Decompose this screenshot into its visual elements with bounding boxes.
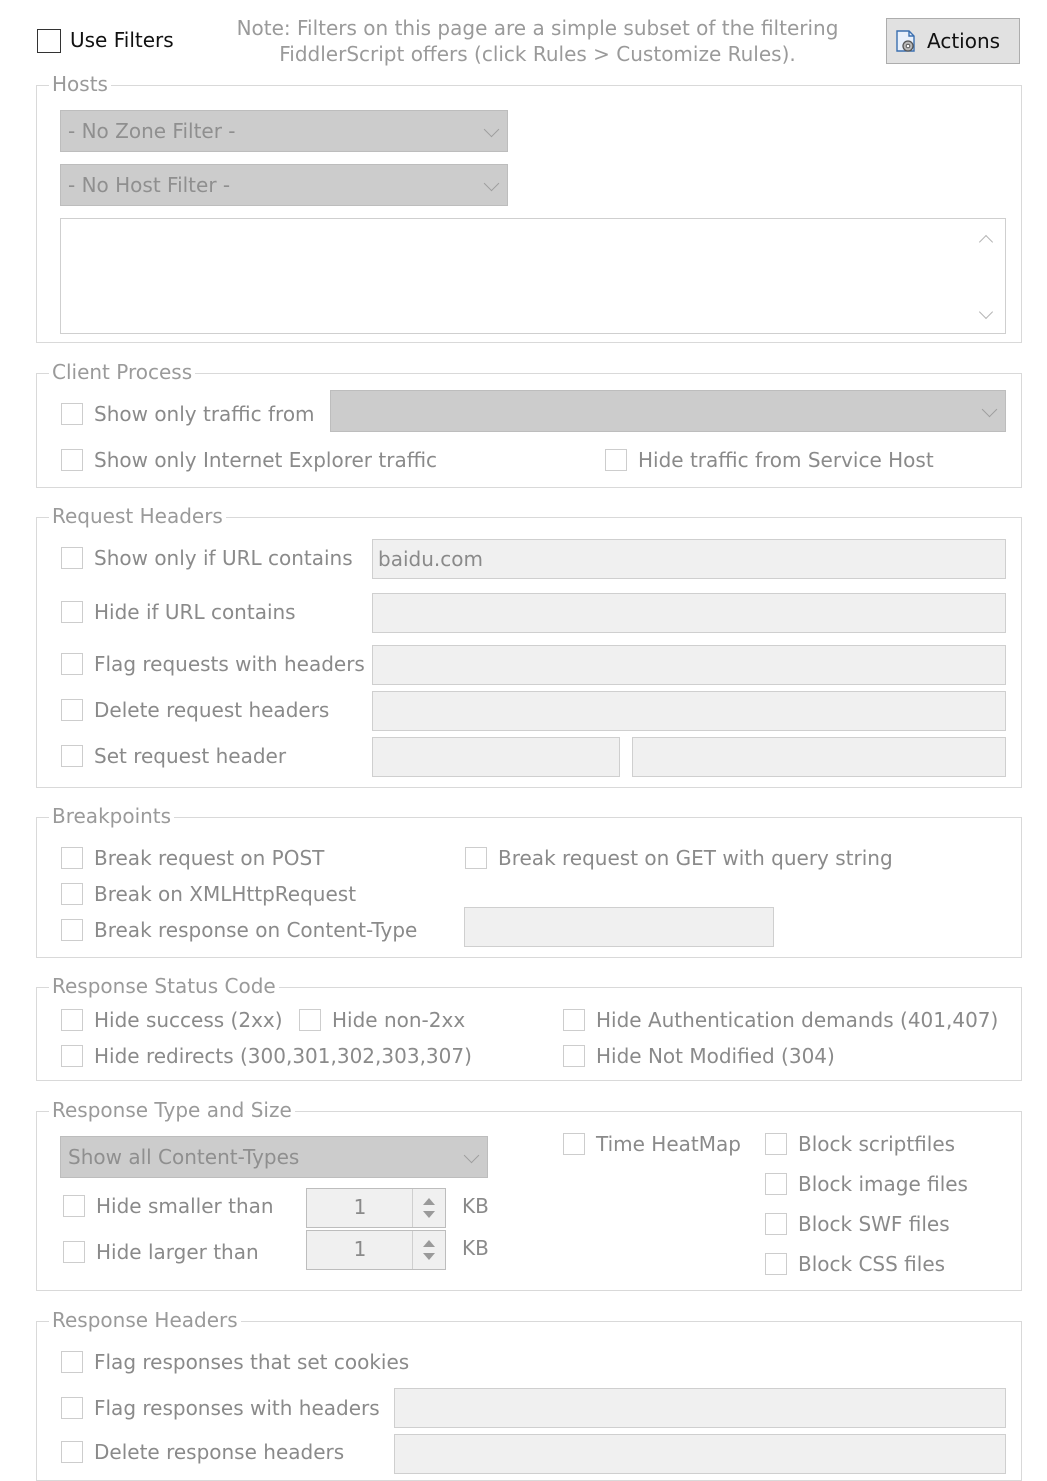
hide-non2xx-checkbox[interactable] — [299, 1009, 321, 1031]
delete-response-headers-label: Delete response headers — [94, 1440, 345, 1464]
stepper-arrows-icon[interactable] — [412, 1189, 445, 1227]
stepper-arrows-icon[interactable] — [412, 1231, 445, 1269]
delete-request-headers-input[interactable] — [372, 691, 1006, 731]
flag-requests-input[interactable] — [372, 645, 1006, 685]
hide-not-modified-label: Hide Not Modified (304) — [596, 1044, 835, 1068]
url-contains-input[interactable]: baidu.com — [372, 539, 1006, 579]
hide-service-host-checkbox[interactable] — [605, 449, 627, 471]
delete-response-headers-input[interactable] — [394, 1434, 1006, 1474]
chevron-down-icon — [981, 401, 998, 418]
hide-smaller-checkbox[interactable] — [63, 1195, 85, 1217]
hide-non2xx-label: Hide non-2xx — [332, 1008, 466, 1032]
hide-smaller-label: Hide smaller than — [96, 1194, 274, 1218]
hide-success-checkbox[interactable] — [61, 1009, 83, 1031]
flag-requests-checkbox[interactable] — [61, 653, 83, 675]
show-only-traffic-from-checkbox[interactable] — [61, 403, 83, 425]
block-script-checkbox[interactable] — [765, 1133, 787, 1155]
hide-larger-label: Hide larger than — [96, 1240, 259, 1264]
zone-filter-select[interactable]: - No Zone Filter - — [60, 110, 508, 152]
type-size-legend: Response Type and Size — [49, 1098, 295, 1122]
block-image-checkbox[interactable] — [765, 1173, 787, 1195]
time-heatmap-checkbox[interactable] — [563, 1133, 585, 1155]
hide-smaller-unit: KB — [462, 1194, 489, 1218]
hide-redirects-label: Hide redirects (300,301,302,303,307) — [94, 1044, 472, 1068]
chevron-down-icon — [483, 121, 500, 138]
hosts-legend: Hosts — [49, 72, 111, 96]
break-get-checkbox[interactable] — [465, 847, 487, 869]
hide-larger-unit: KB — [462, 1236, 489, 1260]
zone-filter-value: - No Zone Filter - — [68, 119, 236, 143]
content-types-select[interactable]: Show all Content-Types — [60, 1136, 488, 1178]
scroll-down-icon[interactable] — [978, 304, 994, 320]
show-only-ie-label: Show only Internet Explorer traffic — [94, 448, 438, 472]
set-request-header-value-input[interactable] — [632, 737, 1006, 777]
break-content-type-input[interactable] — [464, 907, 774, 947]
flag-cookies-label: Flag responses that set cookies — [94, 1350, 410, 1374]
hosts-list-textarea[interactable] — [60, 218, 1006, 334]
flag-responses-input[interactable] — [394, 1388, 1006, 1428]
show-only-if-url-label: Show only if URL contains — [94, 546, 353, 570]
hide-auth-label: Hide Authentication demands (401,407) — [596, 1008, 999, 1032]
hide-if-url-checkbox[interactable] — [61, 601, 83, 623]
show-only-ie-checkbox[interactable] — [61, 449, 83, 471]
actions-label: Actions — [927, 29, 1001, 53]
set-request-header-label: Set request header — [94, 744, 287, 768]
hide-service-host-label: Hide traffic from Service Host — [638, 448, 934, 472]
hide-not-modified-checkbox[interactable] — [563, 1045, 585, 1067]
client-process-legend: Client Process — [49, 360, 196, 384]
flag-responses-label: Flag responses with headers — [94, 1396, 380, 1420]
set-request-header-checkbox[interactable] — [61, 745, 83, 767]
actions-button[interactable]: Actions — [886, 18, 1020, 64]
host-filter-value: - No Host Filter - — [68, 173, 231, 197]
hide-redirects-checkbox[interactable] — [61, 1045, 83, 1067]
break-content-type-label: Break response on Content-Type — [94, 918, 418, 942]
set-request-header-name-input[interactable] — [372, 737, 620, 777]
break-xhr-label: Break on XMLHttpRequest — [94, 882, 357, 906]
status-code-legend: Response Status Code — [49, 974, 279, 998]
block-css-label: Block CSS files — [798, 1252, 946, 1276]
process-select[interactable] — [330, 390, 1006, 432]
break-get-label: Break request on GET with query string — [498, 846, 893, 870]
filters-note-line1: Note: Filters on this page are a simple … — [236, 16, 839, 40]
chevron-down-icon — [483, 175, 500, 192]
block-script-label: Block scriptfiles — [798, 1132, 956, 1156]
scroll-up-icon[interactable] — [978, 234, 994, 250]
block-css-checkbox[interactable] — [765, 1253, 787, 1275]
break-post-label: Break request on POST — [94, 846, 325, 870]
break-content-type-checkbox[interactable] — [61, 919, 83, 941]
use-filters-checkbox[interactable] — [37, 29, 61, 53]
hide-success-label: Hide success (2xx) — [94, 1008, 283, 1032]
flag-requests-label: Flag requests with headers — [94, 652, 365, 676]
hide-larger-stepper[interactable]: 1 — [306, 1230, 446, 1270]
show-only-traffic-from-label: Show only traffic from — [94, 402, 315, 426]
delete-request-headers-checkbox[interactable] — [61, 699, 83, 721]
chevron-down-icon — [463, 1147, 480, 1164]
block-image-label: Block image files — [798, 1172, 968, 1196]
hide-larger-value: 1 — [353, 1237, 367, 1261]
show-only-if-url-checkbox[interactable] — [61, 547, 83, 569]
hide-smaller-stepper[interactable]: 1 — [306, 1188, 446, 1228]
delete-response-headers-checkbox[interactable] — [61, 1441, 83, 1463]
hide-if-url-input[interactable] — [372, 593, 1006, 633]
hide-larger-checkbox[interactable] — [63, 1241, 85, 1263]
delete-request-headers-label: Delete request headers — [94, 698, 330, 722]
content-types-value: Show all Content-Types — [68, 1145, 300, 1169]
hide-smaller-value: 1 — [353, 1195, 367, 1219]
host-filter-select[interactable]: - No Host Filter - — [60, 164, 508, 206]
use-filters-label[interactable]: Use Filters — [70, 28, 174, 52]
hide-auth-checkbox[interactable] — [563, 1009, 585, 1031]
response-headers-legend: Response Headers — [49, 1308, 241, 1332]
break-xhr-checkbox[interactable] — [61, 883, 83, 905]
flag-cookies-checkbox[interactable] — [61, 1351, 83, 1373]
block-swf-checkbox[interactable] — [765, 1213, 787, 1235]
filters-note-line2: FiddlerScript offers (click Rules > Cust… — [279, 42, 796, 66]
time-heatmap-label: Time HeatMap — [596, 1132, 741, 1156]
flag-responses-checkbox[interactable] — [61, 1397, 83, 1419]
block-swf-label: Block SWF files — [798, 1212, 950, 1236]
hide-if-url-label: Hide if URL contains — [94, 600, 296, 624]
break-post-checkbox[interactable] — [61, 847, 83, 869]
breakpoints-legend: Breakpoints — [49, 804, 175, 828]
request-headers-legend: Request Headers — [49, 504, 226, 528]
gear-document-icon — [893, 28, 919, 54]
